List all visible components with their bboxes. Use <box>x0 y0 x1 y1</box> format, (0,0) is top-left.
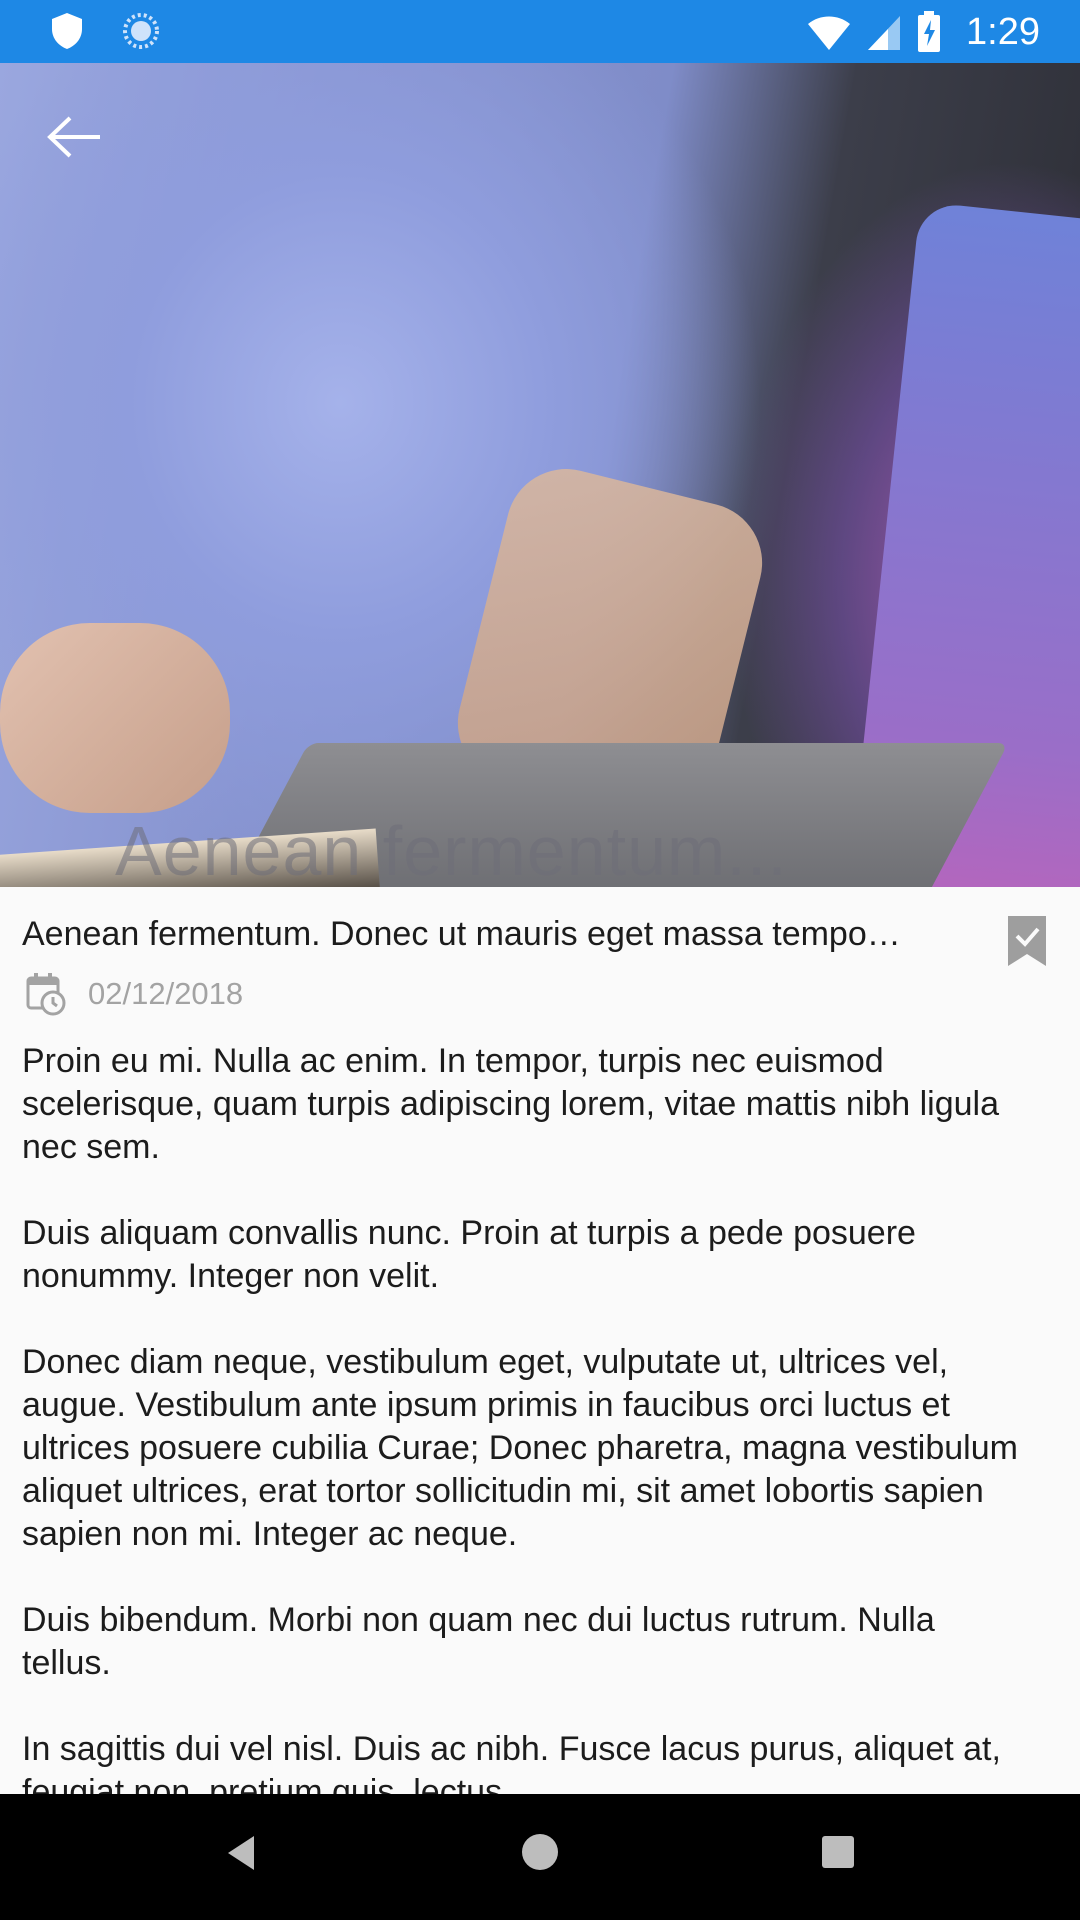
battery-charging-icon <box>918 11 941 52</box>
article-body: Proin eu mi. Nulla ac enim. In tempor, t… <box>22 1040 1032 1857</box>
article-paragraph: Duis aliquam convallis nunc. Proin at tu… <box>22 1214 916 1295</box>
status-time: 1:29 <box>966 11 1040 53</box>
article-title: Aenean fermentum. Donec ut mauris eget m… <box>22 915 901 953</box>
wifi-icon <box>808 16 851 50</box>
nav-back-icon[interactable] <box>226 1834 256 1872</box>
nav-recents-icon[interactable] <box>822 1836 854 1868</box>
article-date: 02/12/2018 <box>88 976 244 1011</box>
hero-photo-hand <box>0 623 230 813</box>
status-bar-right: 1:29 <box>806 8 1040 56</box>
article-date-row: 02/12/2018 <box>26 972 243 1016</box>
article-paragraph: Duis bibendum. Morbi non quam nec dui lu… <box>22 1601 935 1682</box>
arrow-back-icon[interactable] <box>44 112 104 162</box>
bookmark-check-icon[interactable] <box>1008 916 1046 966</box>
shield-icon <box>52 13 82 49</box>
hero-overlay-title: Aenean fermentum... <box>115 812 788 887</box>
status-bar: 1:29 <box>0 0 1080 63</box>
navigation-bar <box>0 1794 1080 1920</box>
article-paragraph: Proin eu mi. Nulla ac enim. In tempor, t… <box>22 1042 1000 1166</box>
status-bar-left <box>50 11 160 51</box>
nav-home-icon[interactable] <box>522 1834 558 1870</box>
calendar-clock-icon <box>26 973 66 1016</box>
sync-icon <box>123 13 159 49</box>
signal-icon <box>868 16 901 50</box>
article-paragraph: Donec diam neque, vestibulum eget, vulpu… <box>22 1343 1018 1553</box>
hero-image: Aenean fermentum... <box>0 63 1080 887</box>
